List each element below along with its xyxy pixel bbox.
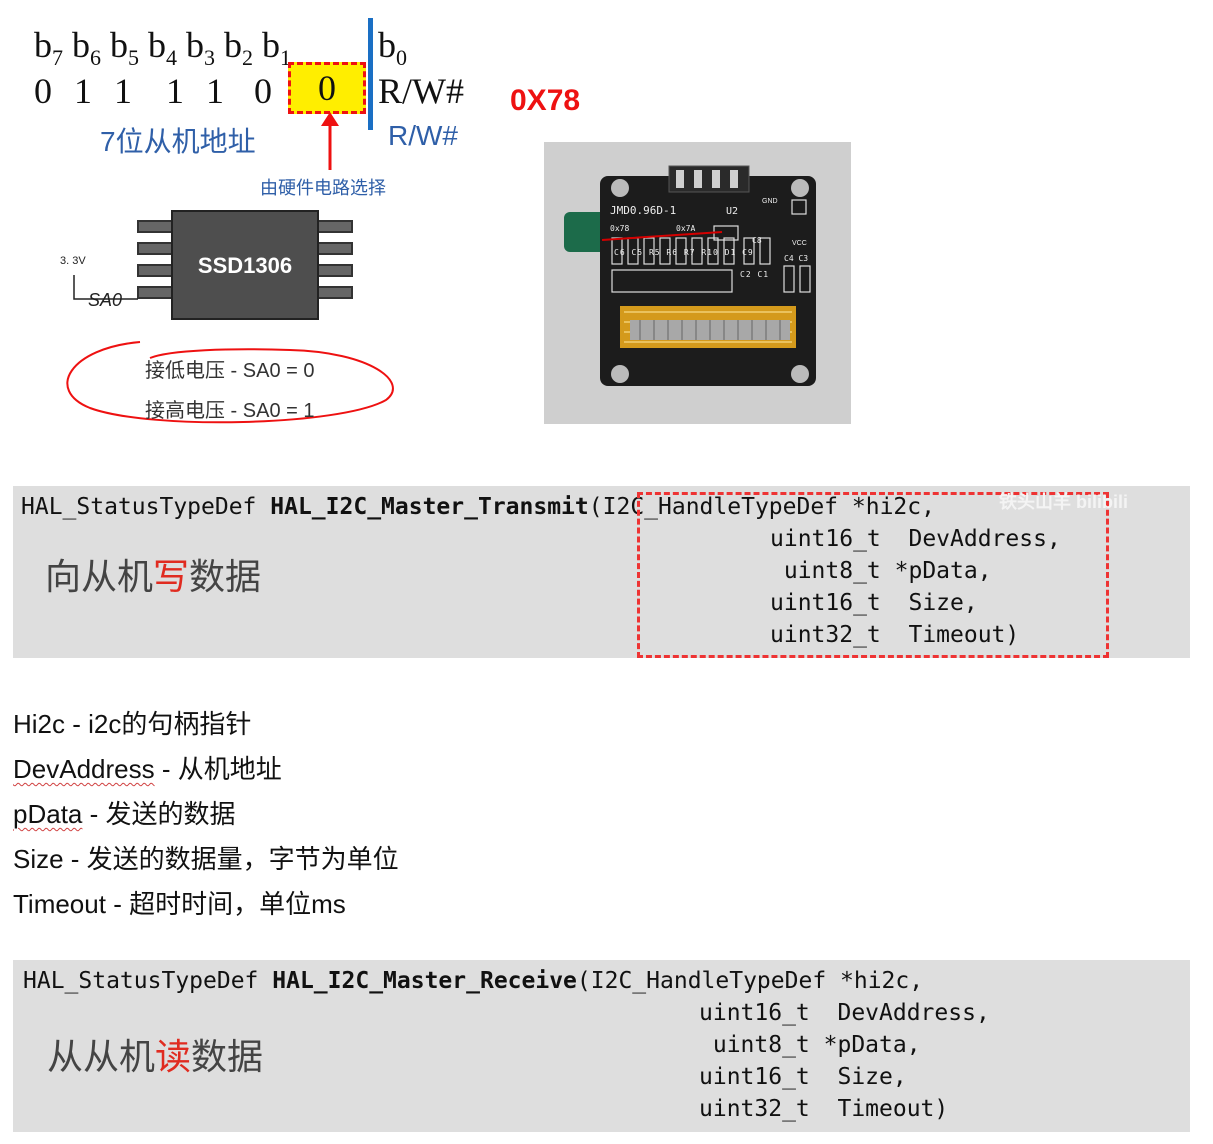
bit-b3: b3: [186, 25, 215, 71]
bit-b2: b2: [224, 25, 253, 71]
bit-b5: b5: [110, 25, 139, 71]
transmit-params-dashed-box: [637, 492, 1109, 658]
param-name-pdata: pData: [13, 799, 83, 829]
board-part-c2: C2: [740, 270, 752, 279]
param-desc-timeout: - 超时时间，单位ms: [105, 889, 346, 919]
board-part-c6: C6: [614, 248, 626, 257]
param-item-size: Size - 发送的数据量，字节为单位: [13, 839, 399, 876]
transmit-return-type: HAL_StatusTypeDef: [21, 494, 257, 520]
chip-pin-sa0: SA0: [88, 290, 123, 310]
receive-cn-prefix: 从从机: [47, 1036, 156, 1077]
receive-param-4: uint32_t Timeout): [699, 1096, 949, 1122]
bit-header-row: b7 b6 b5 b4 b3 b2 b1: [34, 24, 291, 71]
receive-param-3: uint16_t Size,: [699, 1064, 907, 1090]
board-part-c9: C9: [742, 248, 754, 257]
slave-address-label: 7位从机地址: [100, 126, 256, 157]
receive-open-paren: (: [576, 968, 591, 994]
receive-function-name: HAL_I2C_Master_Receive: [272, 968, 577, 994]
transmit-cn-caption: 向从机写数据: [45, 548, 261, 600]
bit-b1-highlight: 0: [288, 62, 366, 114]
bit-value-4: 1: [166, 71, 184, 111]
note-high-voltage: 接高电压 - SA0 = 1: [145, 400, 315, 422]
bit-b6: b6: [72, 25, 101, 71]
param-desc-devaddress: - 从机地址: [154, 754, 282, 784]
board-part-labels-right: C2 C1: [740, 270, 769, 279]
bit-divider: [368, 18, 373, 130]
address-hex: 0X78: [510, 84, 581, 117]
param-desc-size: - 发送的数据量，字节为单位: [63, 844, 399, 874]
board-addr-left: 0x78: [610, 224, 630, 233]
receive-param-0: I2C_HandleTypeDef *hi2c,: [590, 968, 924, 994]
board-part-c1: C1: [757, 270, 770, 279]
param-name-timeout: Timeout: [13, 889, 106, 919]
board-silk-label: JMD0.96D-1: [610, 204, 677, 217]
transmit-code-block: HAL_StatusTypeDef HAL_I2C_Master_Transmi…: [13, 486, 1190, 658]
board-u2-label: U2: [726, 206, 739, 217]
bit-b7: b7: [34, 25, 63, 71]
chip-label: SSD1306: [197, 253, 293, 278]
receive-cn-highlight: 读: [155, 1036, 192, 1077]
note-low-voltage: 接低电压 - SA0 = 0: [145, 360, 315, 382]
bit-value-6: 1: [74, 71, 92, 111]
board-part-c8: C8: [752, 236, 762, 245]
board-part-d1: D1: [724, 248, 737, 257]
param-name-hi2c: Hi2c: [13, 709, 66, 739]
bit-value-7: 0: [34, 71, 52, 111]
board-part-c3: C3: [798, 254, 809, 263]
param-name-devaddress: DevAddress: [13, 754, 155, 784]
receive-code-block: HAL_StatusTypeDef HAL_I2C_Master_Receive…: [13, 960, 1190, 1132]
transmit-cn-prefix: 向从机: [45, 556, 154, 597]
param-item-hi2c: Hi2c - i2c的句柄指针: [13, 704, 251, 741]
board-part-labels-far: C4 C3: [784, 254, 808, 263]
board-part-c4: C4: [784, 254, 794, 263]
param-name-size: Size: [13, 844, 64, 874]
up-arrow-icon: [321, 112, 339, 170]
transmit-function-name: HAL_I2C_Master_Transmit: [270, 494, 589, 520]
param-item-devaddress: DevAddress - 从机地址: [13, 749, 282, 786]
receive-signature-line: HAL_StatusTypeDef HAL_I2C_Master_Receive…: [23, 968, 923, 994]
board-addr-right: 0x7A: [676, 224, 696, 233]
receive-param-2: uint8_t *pData,: [699, 1032, 921, 1058]
board-pin-gnd: GND: [762, 198, 778, 205]
board-part-r6: R6: [666, 248, 679, 257]
bit-b1: b1: [262, 25, 291, 71]
param-desc-hi2c: - i2c的句柄指针: [65, 709, 252, 739]
bit-values-row: 011110: [34, 70, 294, 112]
bit-value-3: 1: [206, 71, 224, 111]
receive-return-type: HAL_StatusTypeDef: [23, 968, 259, 994]
bit-value-1: 0: [318, 68, 336, 108]
board-part-r7: R7: [683, 248, 696, 257]
transmit-cn-highlight: 写: [153, 556, 190, 597]
param-item-pdata: pData - 发送的数据: [13, 794, 236, 831]
receive-param-1: uint16_t DevAddress,: [699, 1000, 990, 1026]
bit-b4: b4: [148, 25, 177, 71]
bit-value-5: 1: [114, 71, 132, 111]
receive-cn-caption: 从从机读数据: [47, 1028, 263, 1080]
chip-voltage: 3. 3V: [60, 255, 86, 267]
bit-value-0-rw: R/W#: [378, 71, 464, 111]
bit-b0: b0: [378, 25, 407, 71]
board-part-r10: R10: [701, 248, 719, 257]
param-item-timeout: Timeout - 超时时间，单位ms: [13, 884, 346, 921]
receive-cn-suffix: 数据: [191, 1036, 264, 1077]
oled-board-photo: JMD0.96D-1 U2 0x78 0x7A GND VCC C6 C5 R5…: [544, 142, 851, 424]
board-part-r5: R5: [648, 248, 661, 257]
param-desc-pdata: - 发送的数据: [82, 799, 236, 829]
rw-label: R/W#: [388, 120, 458, 151]
hardware-note: 由硬件电路选择: [260, 178, 386, 198]
transmit-cn-suffix: 数据: [189, 556, 262, 597]
oled-board-image: [564, 165, 816, 386]
board-pin-vcc: VCC: [792, 240, 807, 247]
board-part-c5: C5: [631, 248, 644, 257]
transmit-open-paren: (: [588, 494, 603, 520]
board-part-labels: C6 C5 R5 R6 R7 R10 D1 C9: [614, 248, 754, 257]
video-watermark: 铁头山羊 bilibili: [999, 492, 1128, 512]
